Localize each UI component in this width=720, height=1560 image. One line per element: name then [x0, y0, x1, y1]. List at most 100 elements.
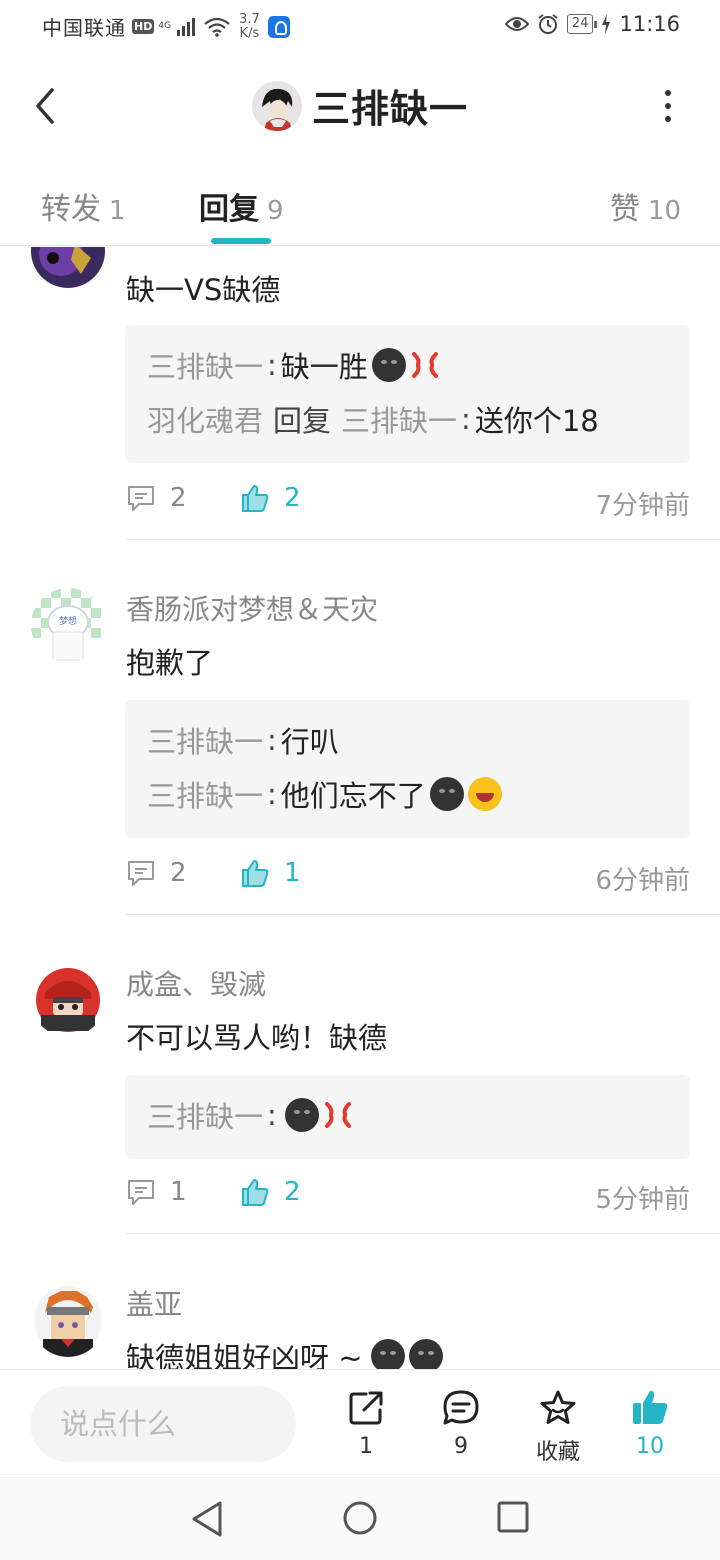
reply-count: 1 [170, 1177, 187, 1207]
like-count: 1 [284, 858, 301, 888]
timestamp: 5分钟前 [595, 1185, 690, 1215]
tab-label: 转发 [41, 192, 101, 227]
status-left: 中国联通 HD 4G 3.7 K/s [42, 12, 290, 41]
avatar[interactable] [31, 963, 105, 1037]
quote-reply-target[interactable]: 三排缺一 [341, 398, 457, 440]
quote-reply-word: 回复 [273, 404, 332, 438]
like-count: 2 [284, 483, 301, 513]
tab-reposts[interactable]: 转发 1 [41, 184, 126, 228]
quote-text: 缺一胜 [280, 350, 368, 384]
comment-text: 缺一VS缺德 [126, 267, 280, 309]
avatar[interactable] [31, 1283, 105, 1357]
tab-count: 10 [648, 196, 682, 226]
reply-quote-box[interactable]: 三排缺一: 缺一胜 羽化魂君 回复 三排缺一: 送你个18 [125, 325, 690, 463]
comment-icon [128, 486, 154, 511]
username[interactable]: 成盒、毁滅 [126, 963, 266, 1003]
system-nav-bar [0, 1477, 720, 1560]
tab-bar: 转发 1 回复 9 赞 10 [0, 160, 720, 246]
reply-quote-box[interactable]: 三排缺一: 行叭 三排缺一: 他们忘不了 [125, 700, 690, 838]
nav-back-icon[interactable] [190, 1500, 224, 1538]
reply-count: 2 [170, 483, 187, 513]
avatar[interactable]: 梦想 [31, 588, 105, 662]
comment-actions: 1 2 5分钟前 [126, 1177, 690, 1217]
svg-text:梦想: 梦想 [59, 615, 77, 627]
comment-body: 不可以骂人哟！缺德 [126, 1021, 388, 1055]
dark-face-emoji [370, 1339, 405, 1369]
hd-badge: HD [132, 19, 155, 34]
dark-face-emoji [284, 1098, 319, 1132]
quote-line: 三排缺一: 缺一胜 [147, 345, 668, 385]
avatar[interactable] [31, 247, 105, 288]
reply-button[interactable]: 1 [126, 1177, 187, 1207]
tab-likes[interactable]: 赞 10 [610, 184, 681, 228]
speed-value: 3.7 [239, 11, 260, 27]
quote-separator: : [267, 723, 277, 757]
reply-button[interactable]: 2 [126, 858, 187, 888]
network-type: 4G [158, 21, 172, 31]
like-button[interactable]: 1 [240, 858, 301, 888]
comment-input[interactable]: 说点什么 [30, 1386, 296, 1462]
carrier-name: 中国联通 [42, 16, 126, 40]
comment-text: 缺德姐姐好凶呀 ~ [126, 1335, 443, 1369]
timestamp: 6分钟前 [595, 866, 690, 896]
user-avatar[interactable] [251, 80, 302, 131]
favorite-button[interactable]: 收藏 [518, 1388, 598, 1466]
status-bar: 中国联通 HD 4G 3.7 K/s 24 11:16 [0, 0, 720, 52]
quote-text: 他们忘不了 [280, 779, 426, 813]
quote-separator: : [267, 777, 277, 811]
notification-app-icon [267, 15, 290, 38]
clock: 11:16 [619, 12, 680, 36]
like-post-button[interactable]: 10 [610, 1388, 690, 1459]
star-icon [540, 1390, 576, 1424]
quote-author[interactable]: 羽化魂君 [147, 398, 263, 440]
title-group: 三排缺一 [0, 78, 720, 133]
quote-author[interactable]: 三排缺一 [147, 344, 263, 386]
tab-label: 回复 [199, 192, 259, 227]
comment-feed[interactable]: 缺一VS缺德 三排缺一: 缺一胜 羽化魂君 回复 三排缺一: 送你个18 2 2 7分钟… [0, 247, 720, 1369]
like-button[interactable]: 2 [240, 1177, 301, 1207]
dark-face-emoji [371, 348, 406, 382]
share-button[interactable]: 1 [326, 1388, 406, 1459]
like-button[interactable]: 2 [240, 483, 301, 513]
divider [126, 914, 720, 915]
bottom-action-bar: 说点什么 1 9 收藏 10 [0, 1369, 720, 1477]
tab-count: 9 [267, 196, 284, 226]
username[interactable]: 盖亚 [126, 1283, 182, 1323]
signal-icon [177, 17, 196, 36]
divider [126, 1233, 720, 1234]
quote-line: 三排缺一: 行叭 [147, 720, 668, 760]
page-title: 三排缺一 [311, 87, 468, 131]
nav-recents-icon[interactable] [496, 1500, 530, 1534]
quote-text: 行叭 [280, 725, 339, 759]
eye-icon [504, 17, 529, 31]
share-icon [349, 1391, 383, 1425]
thumbs-up-icon [242, 1179, 269, 1206]
timestamp: 7分钟前 [595, 491, 690, 521]
anger-emoji [411, 352, 438, 378]
quote-text: 送你个18 [474, 404, 599, 438]
comment-text: 不可以骂人哟！缺德 [126, 1015, 387, 1057]
tab-label: 赞 [610, 192, 640, 227]
more-options-icon[interactable] [664, 90, 672, 122]
username[interactable]: 香肠派对梦想＆天灾 [126, 588, 378, 628]
thumbs-up-icon [242, 485, 269, 512]
quote-separator: : [267, 348, 277, 382]
active-tab-indicator [211, 238, 271, 244]
like-count: 2 [284, 1177, 301, 1207]
wifi-icon [204, 17, 230, 37]
quote-author[interactable]: 三排缺一 [147, 719, 263, 761]
network-speed: 3.7 K/s [239, 11, 260, 41]
nav-home-icon[interactable] [342, 1500, 378, 1536]
quote-author[interactable]: 三排缺一 [147, 773, 263, 815]
quote-author[interactable]: 三排缺一 [147, 1094, 263, 1136]
dark-face-emoji [429, 777, 464, 811]
comment-body: 缺德姐姐好凶呀 ~ [126, 1341, 363, 1369]
tab-replies[interactable]: 回复 9 [199, 184, 284, 228]
laugh-cry-emoji [467, 777, 502, 811]
reply-button[interactable]: 2 [126, 483, 187, 513]
comment-body: 缺一VS缺德 [126, 273, 281, 307]
reply-quote-box[interactable]: 三排缺一: [125, 1075, 690, 1159]
alarm-icon [538, 14, 558, 34]
comment-icon [128, 1180, 154, 1205]
comments-button[interactable]: 9 [421, 1388, 501, 1459]
